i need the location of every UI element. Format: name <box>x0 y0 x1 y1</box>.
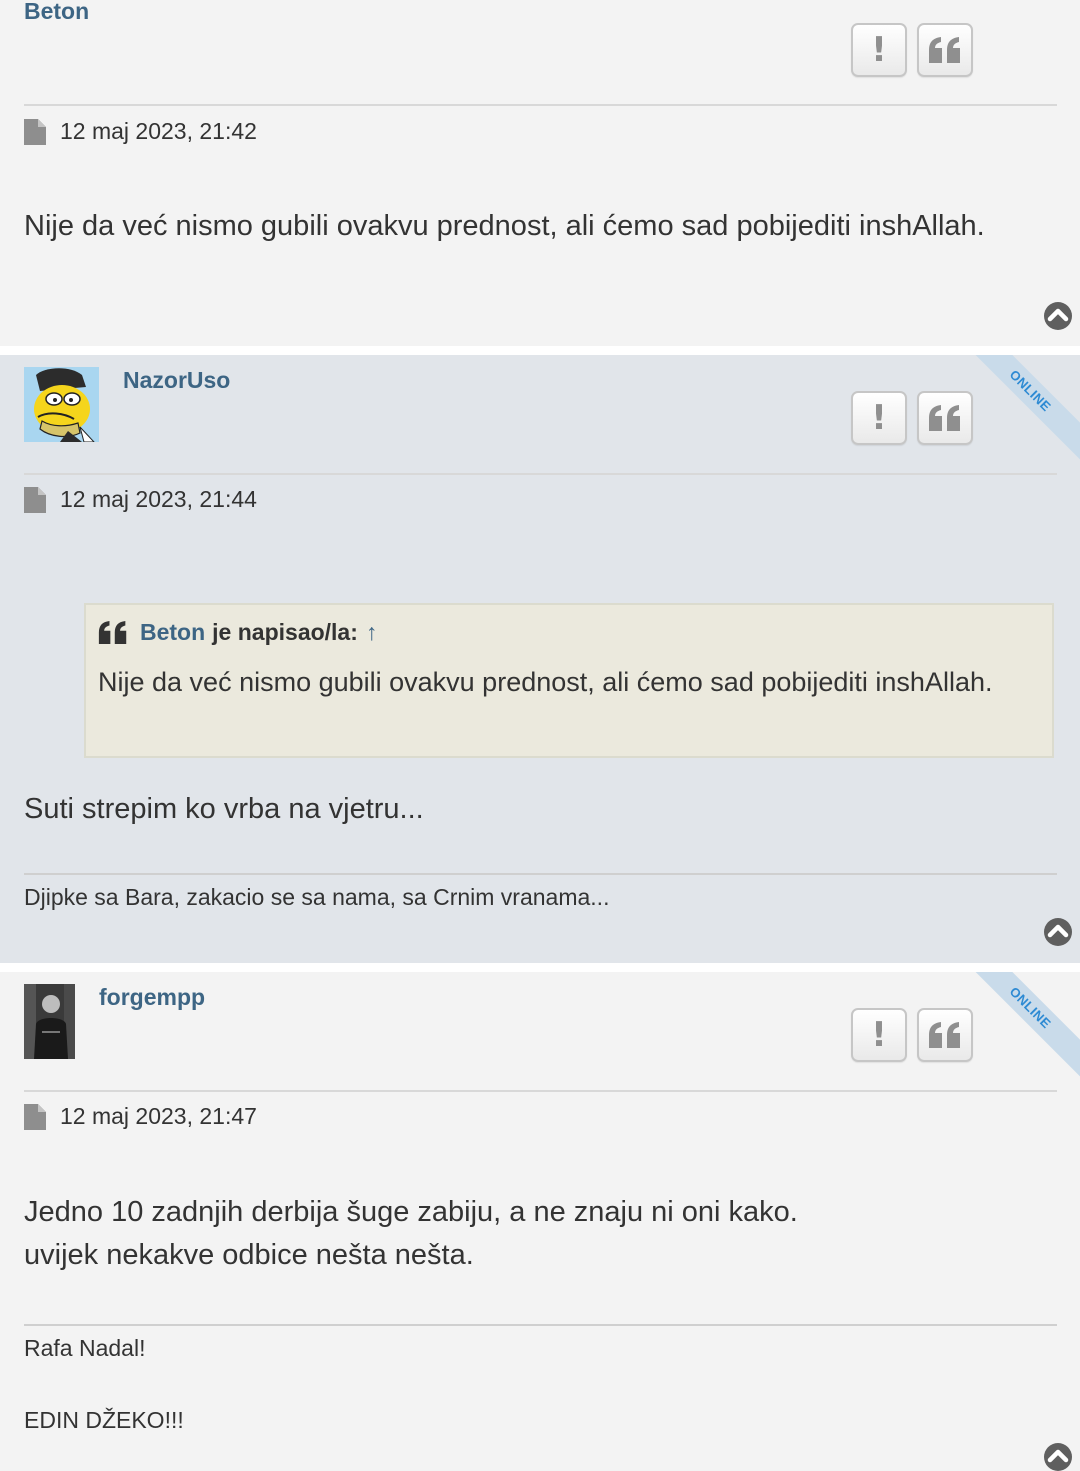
quote-icon <box>929 37 960 63</box>
report-icon: ! <box>871 1015 887 1055</box>
document-icon[interactable] <box>24 486 46 513</box>
post-author[interactable]: Beton <box>24 0 89 25</box>
post-forgempp: forgempp ONLINE ! 12 maj 2023, 21:47 Jed… <box>0 972 1080 1471</box>
post-separator <box>0 963 1080 972</box>
quote-button[interactable] <box>917 391 973 445</box>
back-to-top-icon[interactable] <box>1043 1442 1073 1471</box>
signature: Djipke sa Bara, zakacio se sa nama, sa C… <box>24 884 610 910</box>
post-date: 12 maj 2023, 21:44 <box>60 486 257 512</box>
post-author[interactable]: NazorUso <box>123 367 230 394</box>
post-actions: ! <box>851 1008 973 1062</box>
report-icon: ! <box>871 398 887 438</box>
back-to-top-icon[interactable] <box>1043 917 1073 947</box>
avatar[interactable] <box>24 367 99 442</box>
quote-button[interactable] <box>917 1008 973 1062</box>
quote-icon <box>929 405 960 431</box>
post-actions: ! <box>851 391 973 445</box>
post-divider <box>24 1090 1057 1092</box>
report-button[interactable]: ! <box>851 391 907 445</box>
post-content-line: uvijek nekakve odbice nešta nešta. <box>24 1239 474 1271</box>
report-button[interactable]: ! <box>851 1008 907 1062</box>
post-content: Nije da već nismo gubili ovakvu prednost… <box>24 210 985 242</box>
post-separator <box>0 346 1080 355</box>
post-date: 12 maj 2023, 21:42 <box>60 118 257 144</box>
quote-author-suffix: je napisao/la: <box>212 619 358 645</box>
report-icon: ! <box>871 30 887 70</box>
post-meta: 12 maj 2023, 21:42 <box>24 118 257 145</box>
post-nazoruso: NazorUso ONLINE ! 12 maj 2023, 21:44 Bet… <box>0 355 1080 963</box>
blockquote: Beton je napisao/la: ↑ Nije da već nismo… <box>84 603 1054 758</box>
post-content: Suti strepim ko vrba na vjetru... <box>24 793 424 825</box>
post-divider <box>24 473 1057 475</box>
document-icon[interactable] <box>24 118 46 145</box>
back-to-top-icon[interactable] <box>1043 301 1073 331</box>
quote-header: Beton je napisao/la: ↑ <box>98 619 377 646</box>
signature-line: Rafa Nadal! <box>24 1335 146 1361</box>
signature-line: EDIN DŽEKO!!! <box>24 1407 184 1433</box>
post-actions: ! <box>851 23 973 77</box>
quote-author-link[interactable]: Beton <box>140 619 205 646</box>
quote-source-link[interactable]: ↑ <box>366 619 378 646</box>
post-meta: 12 maj 2023, 21:44 <box>24 486 257 513</box>
report-button[interactable]: ! <box>851 23 907 77</box>
post-meta: 12 maj 2023, 21:47 <box>24 1103 257 1130</box>
quote-button[interactable] <box>917 23 973 77</box>
quote-mark-icon <box>98 621 127 644</box>
document-icon[interactable] <box>24 1103 46 1130</box>
avatar[interactable] <box>24 984 75 1059</box>
quote-icon <box>929 1022 960 1048</box>
signature-divider <box>24 1324 1057 1326</box>
post-content: Jedno 10 zadnjih derbija šuge zabiju, a … <box>24 1191 798 1277</box>
post-author[interactable]: forgempp <box>99 984 205 1011</box>
post-beton: Beton ! 12 maj 2023, 21:42 Nije da već n… <box>0 0 1080 346</box>
avatar-image <box>24 367 99 442</box>
quote-text: Nije da već nismo gubili ovakvu prednost… <box>98 667 993 697</box>
signature-divider <box>24 873 1057 875</box>
post-content-line: Jedno 10 zadnjih derbija šuge zabiju, a … <box>24 1196 798 1228</box>
post-date: 12 maj 2023, 21:47 <box>60 1103 257 1129</box>
post-divider <box>24 104 1057 106</box>
avatar-image <box>24 984 75 1059</box>
